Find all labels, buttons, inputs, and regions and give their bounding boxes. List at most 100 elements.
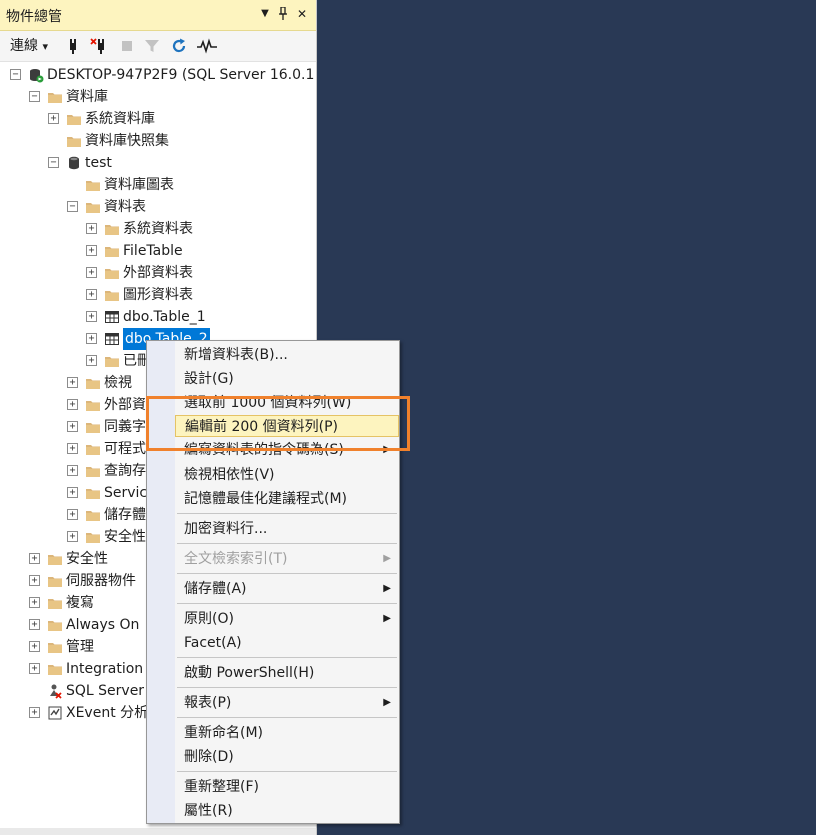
expand-icon[interactable]: + xyxy=(86,289,97,300)
expand-icon[interactable]: + xyxy=(29,575,40,586)
table-icon xyxy=(104,309,120,325)
expand-icon[interactable]: + xyxy=(67,377,78,388)
expand-icon[interactable]: + xyxy=(29,707,40,718)
tree-node[interactable]: + 系統資料庫 xyxy=(0,108,316,130)
filter-icon[interactable] xyxy=(144,35,160,57)
collapse-icon[interactable]: − xyxy=(67,201,78,212)
menu-item[interactable]: 重新整理(F) xyxy=(175,776,399,798)
tree-node[interactable]: 資料庫快照集 xyxy=(0,130,316,152)
expand-icon[interactable]: + xyxy=(86,245,97,256)
expand-icon[interactable]: + xyxy=(67,421,78,432)
menu-item-label: 重新命名(M) xyxy=(184,725,264,741)
menu-item[interactable]: 刪除(D) xyxy=(175,746,399,768)
disconnect-icon[interactable] xyxy=(90,35,110,57)
menu-item[interactable]: 報表(P) ▶ xyxy=(175,692,399,714)
tree-node-label: Always On xyxy=(66,617,140,633)
tree-node[interactable]: − 資料庫 xyxy=(0,86,316,108)
agent-icon xyxy=(47,683,63,699)
menu-item[interactable]: 儲存體(A) ▶ xyxy=(175,578,399,600)
expand-icon[interactable]: + xyxy=(29,641,40,652)
tree-node[interactable]: + FileTable xyxy=(0,240,316,262)
tree-node[interactable]: − 資料表 xyxy=(0,196,316,218)
connect-plug-icon[interactable] xyxy=(64,35,82,57)
expand-icon[interactable]: + xyxy=(67,531,78,542)
menu-separator xyxy=(177,513,397,514)
tree-node-label: Integration xyxy=(66,661,144,677)
connect-button[interactable]: 連線 ▾ xyxy=(10,35,48,57)
folder-icon xyxy=(47,89,63,105)
expand-icon[interactable]: + xyxy=(48,113,59,124)
tree-node[interactable]: 資料庫圖表 xyxy=(0,174,316,196)
object-explorer-toolbar: 連線 ▾ xyxy=(0,31,316,62)
tree-node[interactable]: − DESKTOP-947P2F9 (SQL Server 16.0.1 xyxy=(0,64,316,86)
menu-item-label: 檢視相依性(V) xyxy=(184,467,275,483)
close-icon[interactable]: ✕ xyxy=(293,4,311,24)
menu-item[interactable]: 記憶體最佳化建議程式(M) xyxy=(175,488,399,510)
tree-node-label: 外部資料表 xyxy=(123,265,193,281)
menu-separator xyxy=(177,657,397,658)
tree-node-label: 資料庫 xyxy=(66,89,108,105)
menu-separator xyxy=(177,687,397,688)
folder-icon xyxy=(85,507,101,523)
refresh-icon[interactable] xyxy=(170,35,188,57)
collapse-icon[interactable]: − xyxy=(10,69,21,80)
expand-icon[interactable]: + xyxy=(86,223,97,234)
tree-node-label: 伺服器物件 xyxy=(66,573,136,589)
menu-item[interactable]: 原則(O) ▶ xyxy=(175,608,399,630)
activity-monitor-icon[interactable] xyxy=(196,35,218,57)
expand-icon[interactable]: + xyxy=(86,311,97,322)
folder-icon xyxy=(85,177,101,193)
menu-separator xyxy=(177,573,397,574)
pin-icon[interactable] xyxy=(274,4,292,24)
menu-item[interactable]: 啟動 PowerShell(H) xyxy=(175,662,399,684)
horizontal-scrollbar[interactable] xyxy=(0,828,316,835)
menu-item-label: Facet(A) xyxy=(184,635,242,651)
expand-icon[interactable]: + xyxy=(86,333,97,344)
menu-item[interactable]: 檢視相依性(V) xyxy=(175,464,399,486)
folder-icon xyxy=(47,573,63,589)
tree-node-label: 資料表 xyxy=(104,199,146,215)
tree-node[interactable]: + dbo.Table_1 xyxy=(0,306,316,328)
expand-icon[interactable]: + xyxy=(29,597,40,608)
chevron-down-icon: ▾ xyxy=(42,40,48,53)
panel-title: 物件總管 xyxy=(6,9,62,25)
menu-item-label: 新增資料表(B)... xyxy=(184,347,288,363)
tree-node-label: 可程式 xyxy=(104,441,146,457)
collapse-icon[interactable]: − xyxy=(29,91,40,102)
expand-icon[interactable]: + xyxy=(67,399,78,410)
menu-separator xyxy=(177,543,397,544)
tree-node[interactable]: + 外部資料表 xyxy=(0,262,316,284)
menu-item-label: 設計(G) xyxy=(184,371,234,387)
menu-item[interactable]: 設計(G) xyxy=(175,368,399,390)
menu-item[interactable]: Facet(A) xyxy=(175,632,399,654)
menu-item-label: 加密資料行... xyxy=(184,521,268,537)
tree-node-label: SQL Server xyxy=(66,683,145,699)
menu-item-label: 記憶體最佳化建議程式(M) xyxy=(184,491,348,507)
expand-icon[interactable]: + xyxy=(67,487,78,498)
expand-icon[interactable]: + xyxy=(86,355,97,366)
expand-icon[interactable]: + xyxy=(67,509,78,520)
tree-node[interactable]: + 圖形資料表 xyxy=(0,284,316,306)
menu-item[interactable]: 重新命名(M) xyxy=(175,722,399,744)
expand-icon[interactable]: + xyxy=(67,465,78,476)
folder-icon xyxy=(47,551,63,567)
tree-node[interactable]: − test xyxy=(0,152,316,174)
collapse-icon[interactable]: − xyxy=(48,157,59,168)
folder-icon xyxy=(85,375,101,391)
folder-icon xyxy=(66,133,82,149)
menu-item[interactable]: 加密資料行... xyxy=(175,518,399,540)
folder-icon xyxy=(104,221,120,237)
tree-node[interactable]: + 系統資料表 xyxy=(0,218,316,240)
tree-node-label: 資料庫圖表 xyxy=(104,177,174,193)
expand-icon[interactable]: + xyxy=(86,267,97,278)
stop-icon[interactable] xyxy=(120,35,134,57)
window-position-dropdown-icon[interactable]: ▼ xyxy=(256,4,274,24)
expand-icon[interactable]: + xyxy=(29,553,40,564)
menu-item[interactable]: 屬性(R) xyxy=(175,800,399,822)
folder-icon xyxy=(47,595,63,611)
expand-icon[interactable]: + xyxy=(29,663,40,674)
expand-icon[interactable]: + xyxy=(67,443,78,454)
expand-icon[interactable]: + xyxy=(29,619,40,630)
panel-title-bar: 物件總管 ▼ ✕ xyxy=(0,0,316,31)
menu-item[interactable]: 新增資料表(B)... xyxy=(175,344,399,366)
